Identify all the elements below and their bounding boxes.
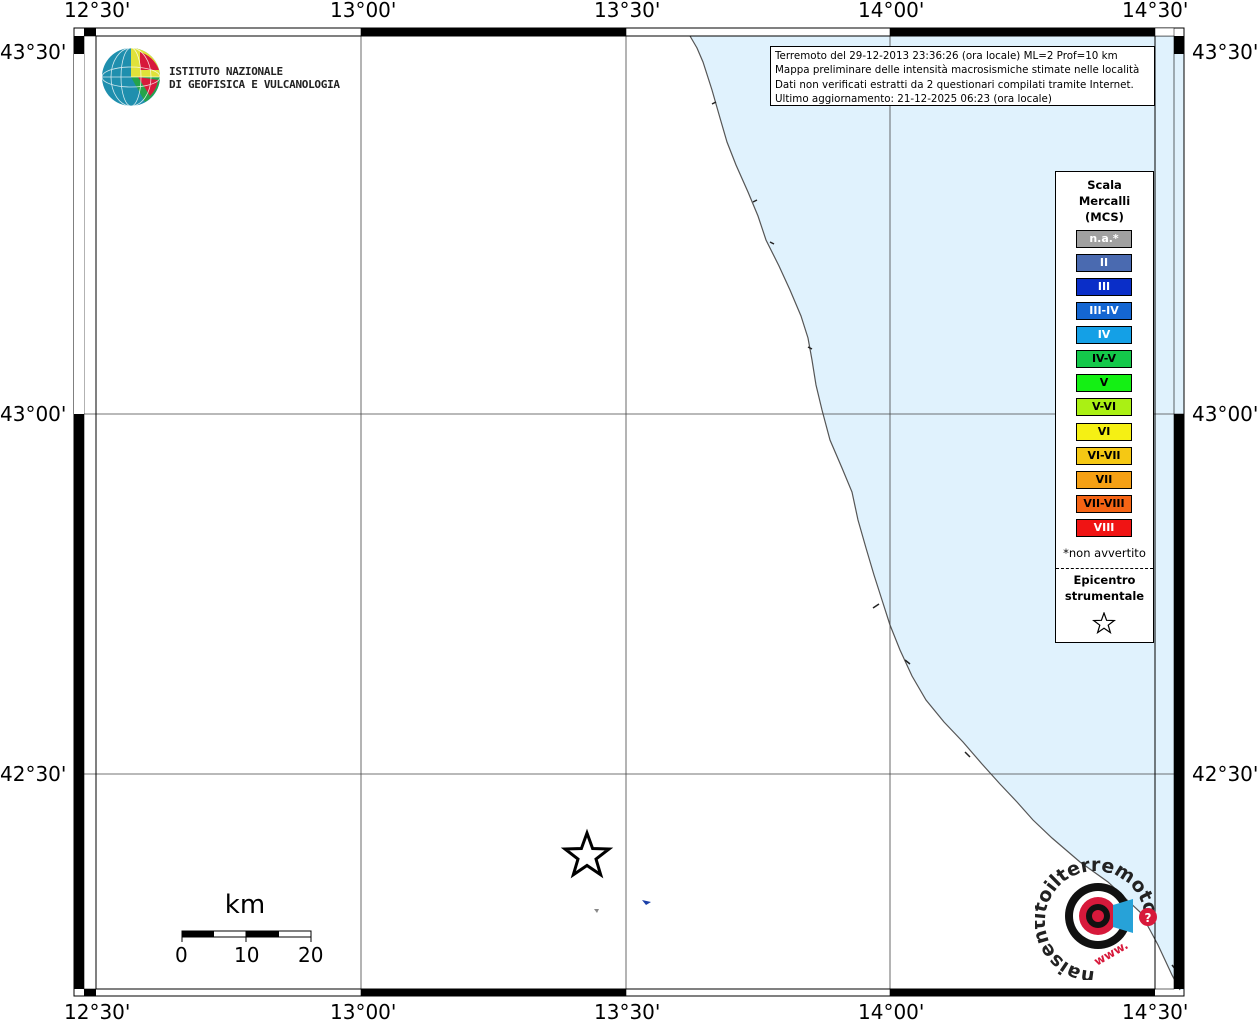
lon-tick-bottom-1: 12°30' bbox=[64, 1000, 131, 1024]
legend-swatch-iv: IV bbox=[1076, 326, 1132, 344]
legend-title: Scala Mercalli (MCS) bbox=[1078, 178, 1131, 224]
legend-swatch-v: V bbox=[1076, 374, 1132, 392]
scale-unit: km bbox=[224, 890, 266, 920]
legend-separator bbox=[1056, 568, 1153, 569]
lon-tick-bottom-2: 13°00' bbox=[330, 1000, 397, 1024]
legend-swatch-vii: VII bbox=[1076, 471, 1132, 489]
scale-bar bbox=[181, 930, 312, 942]
lat-tick-left-2: 43°00' bbox=[0, 402, 67, 426]
intensity-legend: Scala Mercalli (MCS) n.a.* II III III-IV… bbox=[1055, 171, 1154, 643]
ingv-logo-text: ISTITUTO NAZIONALE DI GEOFISICA E VULCAN… bbox=[169, 65, 340, 91]
locality-marker bbox=[594, 909, 599, 913]
legend-swatch-vi-vii: VI-VII bbox=[1076, 447, 1132, 465]
lat-tick-right-1: 43°30' bbox=[1192, 40, 1257, 64]
lon-tick-top-5: 14°30' bbox=[1122, 0, 1189, 22]
lat-tick-right-3: 42°30' bbox=[1192, 762, 1257, 786]
legend-swatch-iii: III bbox=[1076, 278, 1132, 296]
lon-tick-top-1: 12°30' bbox=[64, 0, 131, 22]
legend-swatch-iii-iv: III-IV bbox=[1076, 302, 1132, 320]
scale-label-10: 10 bbox=[234, 943, 260, 967]
ingv-globe-icon bbox=[101, 47, 161, 107]
ingv-logo-line1: ISTITUTO NAZIONALE bbox=[169, 65, 283, 78]
lon-tick-bottom-3: 13°30' bbox=[594, 1000, 661, 1024]
lon-tick-bottom-4: 14°00' bbox=[858, 1000, 925, 1024]
scale-label-0: 0 bbox=[175, 943, 188, 967]
lon-tick-top-3: 13°30' bbox=[594, 0, 661, 22]
event-info-line3: Dati non verificati estratti da 2 questi… bbox=[775, 78, 1134, 91]
legend-swatch-viii: VIII bbox=[1076, 519, 1132, 537]
event-info-line2: Mappa preliminare delle intensità macros… bbox=[775, 64, 1140, 77]
scale-label-20: 20 bbox=[298, 943, 324, 967]
legend-swatch-v-vi: V-VI bbox=[1076, 398, 1132, 416]
lat-tick-right-2: 43°00' bbox=[1192, 402, 1257, 426]
event-info-line4: Ultimo aggiornamento: 21-12-2025 06:23 (… bbox=[775, 92, 1052, 105]
lon-tick-top-2: 13°00' bbox=[330, 0, 397, 22]
legend-swatch-vi: VI bbox=[1076, 423, 1132, 441]
lat-tick-left-1: 43°30' bbox=[0, 40, 67, 64]
epicentre-star bbox=[560, 828, 614, 879]
locality-marker bbox=[642, 900, 651, 905]
event-info-line1: Terremoto del 29-12-2013 23:36:26 (ora l… bbox=[775, 50, 1118, 62]
lon-tick-bottom-5: 14°30' bbox=[1122, 1000, 1189, 1024]
legend-epicentre-label: Epicentro strumentale bbox=[1064, 573, 1145, 603]
legend-star-icon bbox=[1092, 612, 1116, 634]
lat-tick-left-3: 42°30' bbox=[0, 762, 67, 786]
event-info-box: Terremoto del 29-12-2013 23:36:26 (ora l… bbox=[770, 46, 1155, 106]
lon-tick-top-4: 14°00' bbox=[858, 0, 925, 22]
haisentito-logo-icon: haisentitoilterremoto.it ? www. bbox=[1035, 855, 1162, 980]
legend-swatch-na: n.a.* bbox=[1076, 230, 1132, 248]
legend-note: *non avvertito bbox=[1063, 546, 1146, 560]
legend-swatch-ii: II bbox=[1076, 254, 1132, 272]
ingv-logo-line2: DI GEOFISICA E VULCANOLOGIA bbox=[169, 78, 340, 91]
legend-swatch-vii-viii: VII-VIII bbox=[1076, 495, 1132, 513]
legend-swatch-iv-v: IV-V bbox=[1076, 350, 1132, 368]
svg-text:?: ? bbox=[1145, 911, 1152, 925]
